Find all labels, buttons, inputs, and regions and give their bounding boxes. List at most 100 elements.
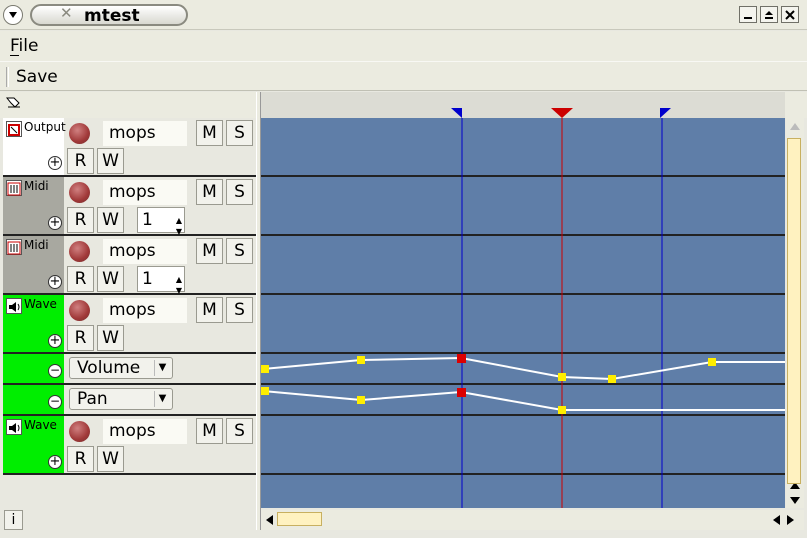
window-title: mtest [84, 6, 140, 26]
scroll-left-icon[interactable] [771, 514, 783, 526]
track-label-area[interactable]: Wave + [3, 416, 64, 473]
scroll-left-icon[interactable] [264, 514, 276, 526]
automation-point [558, 406, 566, 414]
write-button[interactable]: W [97, 148, 124, 174]
chevron-down-icon [9, 12, 17, 18]
mute-button[interactable]: M [196, 238, 223, 264]
automation-point-selected [457, 354, 466, 363]
horizontal-scroll-thumb[interactable] [277, 512, 322, 526]
scroll-up-icon[interactable] [789, 121, 801, 133]
write-button[interactable]: W [97, 266, 124, 292]
write-button[interactable]: W [97, 325, 124, 351]
pointer-tool-icon[interactable] [5, 95, 23, 111]
solo-button[interactable]: S [226, 120, 253, 146]
solo-button[interactable]: S [226, 297, 253, 323]
channel-spinbox[interactable]: 1 ▲ ▼ [137, 266, 185, 295]
scroll-right-icon[interactable] [784, 514, 796, 526]
track-name-field[interactable]: mops [103, 239, 187, 264]
close-icon [785, 9, 795, 20]
left-marker-icon [451, 108, 462, 118]
automation-param-value: Volume [77, 358, 141, 378]
track-name-field[interactable]: mops [103, 180, 187, 205]
track-name-field[interactable]: mops [103, 298, 187, 323]
maximize-button[interactable] [760, 6, 778, 23]
track-name-field[interactable]: mops [103, 419, 187, 444]
dropdown-arrow-icon: ▼ [154, 391, 170, 407]
track-wave-2[interactable]: Wave + mops M S R W [3, 416, 256, 475]
track-label-area[interactable]: Midi + [3, 177, 64, 234]
wave-track-icon [6, 419, 22, 435]
collapse-automation-button[interactable]: − [48, 395, 62, 409]
solo-button[interactable]: S [226, 418, 253, 444]
mnemonic-underline [10, 55, 19, 56]
automation-point [261, 387, 269, 395]
record-arm-button[interactable] [69, 241, 90, 262]
midi-track-icon [6, 239, 22, 255]
minimize-button[interactable] [739, 6, 757, 23]
mute-button[interactable]: M [196, 297, 223, 323]
automation-point-selected [457, 388, 466, 397]
position-marker-icon [551, 108, 573, 118]
mute-button[interactable]: M [196, 418, 223, 444]
write-button[interactable]: W [97, 446, 124, 472]
scroll-down-icon[interactable] [789, 494, 801, 506]
solo-button[interactable]: S [226, 179, 253, 205]
ruler-markers [451, 108, 671, 118]
record-arm-button[interactable] [69, 421, 90, 442]
track-type-label: Midi [24, 238, 49, 252]
menu-file[interactable]: File [10, 36, 38, 56]
read-button[interactable]: R [67, 266, 94, 292]
save-button[interactable]: Save [5, 64, 63, 90]
close-button[interactable] [781, 6, 799, 23]
record-arm-button[interactable] [69, 182, 90, 203]
track-output[interactable]: Output + mops M S R W [3, 118, 256, 177]
expand-automation-button[interactable]: + [48, 275, 62, 289]
window-menu-button[interactable] [3, 5, 23, 25]
track-midi-2[interactable]: Midi + mops M S R W 1 ▲ ▼ [3, 236, 256, 295]
expand-automation-button[interactable]: + [48, 216, 62, 230]
read-button[interactable]: R [67, 446, 94, 472]
mute-button[interactable]: M [196, 120, 223, 146]
horizontal-scrollbar[interactable] [261, 510, 804, 530]
track-type-label: Midi [24, 179, 49, 193]
track-type-label: Wave [24, 297, 57, 311]
write-button[interactable]: W [97, 207, 124, 233]
read-button[interactable]: R [67, 325, 94, 351]
title-pill: ✕ mtest [30, 4, 188, 26]
track-label-area[interactable]: Wave + [3, 295, 64, 352]
vertical-scroll-thumb[interactable] [787, 138, 801, 484]
right-marker-icon [660, 108, 671, 118]
midi-track-icon [6, 180, 22, 196]
expand-automation-button[interactable]: + [48, 455, 62, 469]
mute-button[interactable]: M [196, 179, 223, 205]
channel-value: 1 [142, 269, 153, 289]
volume-curve [262, 356, 785, 381]
maximize-icon [765, 10, 773, 19]
automation-param-select[interactable]: Pan ▼ [69, 388, 173, 410]
timeline-ruler[interactable] [261, 92, 785, 118]
track-midi-1[interactable]: Midi + mops M S R W 1 ▲ ▼ [3, 177, 256, 236]
collapse-automation-button[interactable]: − [48, 364, 62, 378]
record-arm-button[interactable] [69, 300, 90, 321]
read-button[interactable]: R [67, 148, 94, 174]
solo-button[interactable]: S [226, 238, 253, 264]
track-label-area[interactable]: Output + [3, 118, 66, 175]
title-bar[interactable]: ✕ mtest [0, 0, 807, 30]
expand-automation-button[interactable]: + [48, 156, 62, 170]
automation-pan-row[interactable]: − Pan ▼ [3, 385, 256, 416]
automation-point [558, 373, 566, 381]
minimize-icon [744, 16, 752, 19]
record-arm-button[interactable] [69, 123, 90, 144]
channel-spinbox[interactable]: 1 ▲ ▼ [137, 207, 185, 236]
arrangement-canvas[interactable] [261, 118, 785, 508]
automation-param-select[interactable]: Volume ▼ [69, 357, 173, 379]
automation-volume-row[interactable]: − Volume ▼ [3, 354, 256, 385]
track-wave-1[interactable]: Wave + mops M S R W [3, 295, 256, 354]
expand-automation-button[interactable]: + [48, 334, 62, 348]
track-label-area[interactable]: Midi + [3, 236, 64, 293]
automation-curves[interactable] [261, 118, 785, 508]
track-name-field[interactable]: mops [103, 121, 187, 146]
read-button[interactable]: R [67, 207, 94, 233]
info-button[interactable]: i [4, 510, 23, 530]
app-x-icon: ✕ [60, 4, 73, 22]
